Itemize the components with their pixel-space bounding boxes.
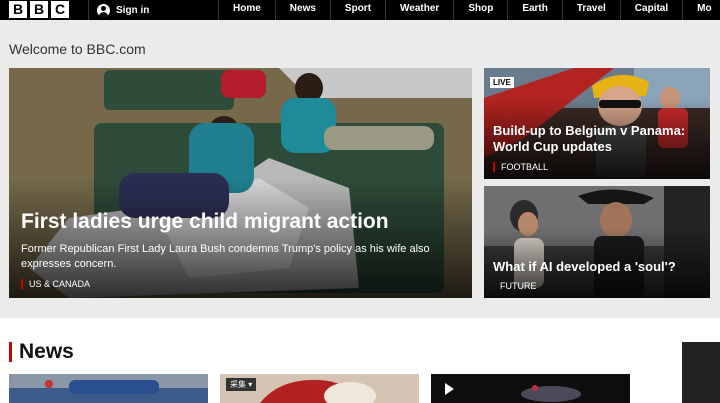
play-icon[interactable]	[445, 383, 454, 395]
world-cup-title[interactable]: Build-up to Belgium v Panama: World Cup …	[493, 123, 693, 155]
nav-home[interactable]: Home	[218, 0, 275, 20]
nav-travel[interactable]: Travel	[561, 0, 620, 20]
sign-in-label: Sign in	[116, 4, 150, 16]
hero-section-tag[interactable]: US & CANADA	[21, 279, 90, 289]
cars-image	[9, 374, 208, 403]
bbc-logo[interactable]: B B C	[9, 0, 69, 18]
news-thumb-portrait[interactable]: 采集 ▾	[220, 374, 419, 403]
nav-capital[interactable]: Capital	[619, 0, 682, 20]
logo-letter-b1: B	[9, 0, 27, 18]
sign-in-button[interactable]: Sign in	[88, 0, 149, 20]
football-tag[interactable]: FOOTBALL	[493, 162, 548, 172]
story-card-world-cup[interactable]: LIVE Build-up to Belgium v Panama: World…	[484, 68, 710, 179]
news-heading[interactable]: News	[9, 340, 74, 364]
news-thumb-cars[interactable]	[9, 374, 208, 403]
welcome-heading: Welcome to BBC.com	[9, 41, 146, 57]
nav-shop[interactable]: Shop	[453, 0, 507, 20]
top-bar: B B C Sign in Home News Sport Weather Sh…	[0, 0, 720, 20]
news-accent-bar	[9, 342, 12, 362]
nav-weather[interactable]: Weather	[385, 0, 453, 20]
main-nav: Home News Sport Weather Shop Earth Trave…	[218, 0, 720, 20]
news-thumb-video[interactable]	[431, 374, 630, 403]
logo-letter-c: C	[51, 0, 69, 18]
hero-story[interactable]: First ladies urge child migrant action F…	[9, 68, 472, 298]
news-heading-label: News	[19, 340, 74, 363]
ai-soul-title[interactable]: What if AI developed a 'soul'?	[493, 259, 703, 275]
live-badge: LIVE	[490, 77, 514, 88]
hero-title[interactable]: First ladies urge child migrant action	[21, 210, 389, 234]
nav-news[interactable]: News	[274, 0, 330, 20]
side-panel-edge	[682, 342, 720, 403]
video-image	[431, 374, 630, 403]
nav-sport[interactable]: Sport	[329, 0, 385, 20]
story-card-ai-soul[interactable]: What if AI developed a 'soul'? FUTURE	[484, 186, 710, 298]
nav-more[interactable]: Mo	[682, 0, 720, 20]
hero-summary: Former Republican First Lady Laura Bush …	[21, 243, 430, 270]
logo-letter-b2: B	[30, 0, 48, 18]
future-tag[interactable]: FUTURE	[493, 281, 537, 291]
user-icon	[97, 3, 110, 17]
nav-earth[interactable]: Earth	[507, 0, 562, 20]
collect-badge[interactable]: 采集 ▾	[226, 378, 257, 391]
